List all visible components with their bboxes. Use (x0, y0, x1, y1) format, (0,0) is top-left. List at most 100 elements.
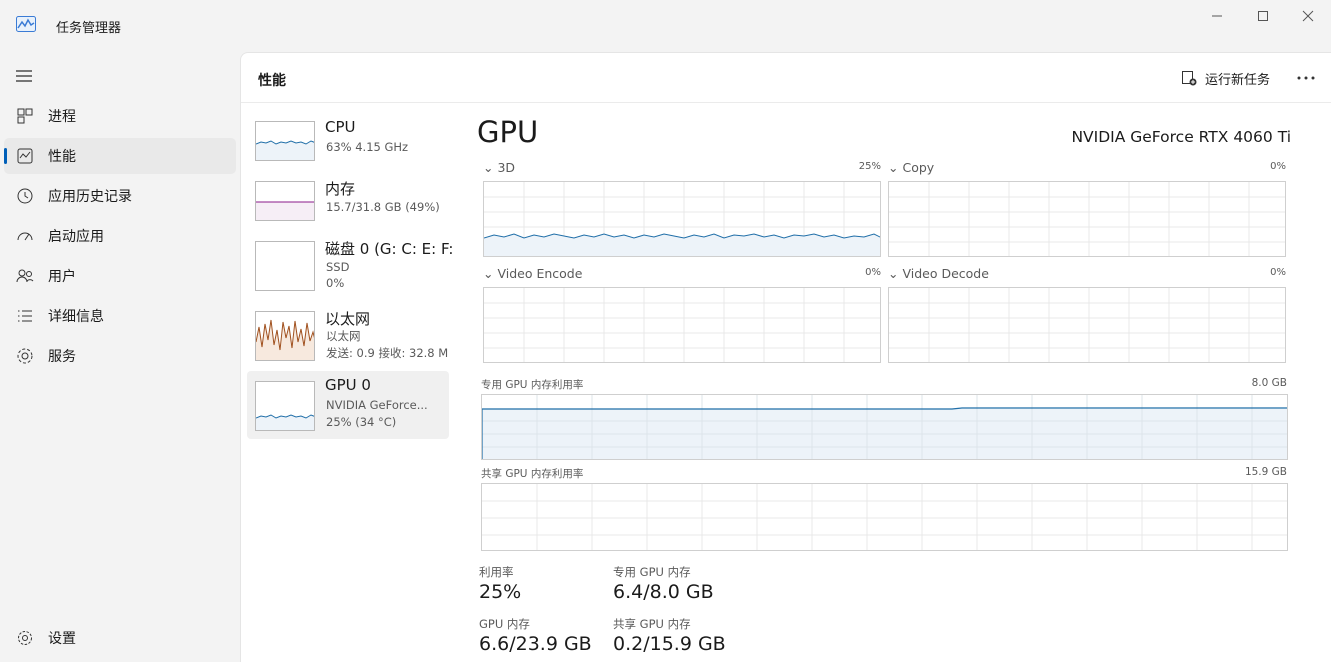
page-title: 性能 (258, 73, 286, 89)
resource-name: 以太网 (325, 310, 371, 328)
resource-name: GPU 0 (325, 376, 371, 394)
nav-item-app-history[interactable]: 应用历史记录 (4, 178, 236, 214)
engine-selector-3d[interactable]: ⌄ 3D (483, 160, 515, 175)
cpu-thumbnail-graph (255, 121, 315, 161)
resource-detail-secondary: 发送: 0.9 接收: 32.8 M (326, 346, 449, 360)
main-header: 性能 运行新任务 (241, 53, 1331, 103)
gpu-model-name: NVIDIA GeForce RTX 4060 Ti (1071, 128, 1291, 146)
graph-copy-svg (889, 182, 1285, 256)
gpu-memory-stat-value: 6.6/23.9 GB (479, 633, 592, 655)
graph-video-decode (888, 287, 1286, 363)
nav-label-users: 用户 (48, 269, 76, 285)
utilization-label: 利用率 (479, 565, 514, 579)
nav-item-details[interactable]: 详细信息 (4, 298, 236, 334)
nav-item-processes[interactable]: 进程 (4, 98, 236, 134)
utilization-value: 25% (479, 581, 522, 603)
chevron-down-icon: ⌄ (483, 266, 494, 281)
chevron-down-icon: ⌄ (483, 160, 494, 175)
resource-detail: 63% 4.15 GHz (326, 140, 409, 154)
performance-icon (17, 148, 33, 164)
main-panel: 性能 运行新任务 CPU 63% 4.15 GHz 内存 15.7/31.8 G… (240, 52, 1331, 662)
processes-icon (17, 108, 33, 124)
graph-copy (888, 181, 1286, 257)
maximize-icon (1258, 11, 1268, 21)
graph-dedicated-memory (481, 394, 1288, 460)
services-icon (17, 348, 33, 364)
close-button[interactable] (1285, 0, 1331, 32)
close-icon (1302, 10, 1314, 22)
task-manager-app-icon (16, 16, 36, 32)
nav-label-settings: 设置 (48, 631, 76, 647)
dedicated-memory-stat-label: 专用 GPU 内存 (613, 565, 691, 579)
resource-detail: NVIDIA GeForce... (326, 398, 428, 412)
engine-selector-video-encode[interactable]: ⌄ Video Encode (483, 266, 582, 281)
resource-detail-secondary: 25% (34 °C) (326, 415, 397, 429)
resource-item-disk[interactable]: 磁盘 0 (G: C: E: F: SSD 0% (247, 233, 454, 301)
history-icon (17, 188, 33, 204)
resource-item-memory[interactable]: 内存 15.7/31.8 GB (49%) (247, 173, 449, 241)
graph-dedicated-memory-svg (482, 395, 1287, 459)
nav-item-users[interactable]: 用户 (4, 258, 236, 294)
nav-label-app-history: 应用历史记录 (48, 189, 132, 205)
new-task-icon (1182, 71, 1197, 86)
details-icon (18, 310, 32, 322)
resource-name: 磁盘 0 (G: C: E: F: (325, 240, 454, 258)
shared-memory-label: 共享 GPU 内存利用率 (481, 468, 584, 480)
engine-selector-copy[interactable]: ⌄ Copy (888, 160, 934, 175)
engine-pct: 25% (858, 161, 881, 172)
resource-name: CPU (325, 118, 356, 136)
minimize-button[interactable] (1194, 0, 1240, 32)
graph-shared-memory-svg (482, 484, 1287, 550)
nav-label-processes: 进程 (48, 109, 76, 125)
users-icon (16, 269, 34, 283)
memory-thumbnail-graph (255, 181, 315, 221)
engine-pct: 0% (865, 267, 881, 278)
window-title: 任务管理器 (56, 21, 122, 36)
startup-icon (17, 232, 33, 241)
disk-thumbnail-graph (255, 241, 315, 291)
dedicated-memory-stat-value: 6.4/8.0 GB (613, 581, 714, 603)
nav-label-startup-apps: 启动应用 (48, 229, 104, 245)
run-new-task-button[interactable]: 运行新任务 (1181, 67, 1270, 89)
more-options-button[interactable] (1295, 67, 1317, 89)
nav-item-services[interactable]: 服务 (4, 338, 236, 374)
maximize-button[interactable] (1240, 0, 1286, 32)
dedicated-memory-label: 专用 GPU 内存利用率 (481, 379, 584, 391)
resource-name: 内存 (325, 180, 356, 198)
engine-name: Video Encode (497, 266, 583, 281)
shared-memory-max: 15.9 GB (1244, 466, 1287, 478)
chevron-down-icon: ⌄ (888, 160, 899, 175)
gpu-memory-stat-label: GPU 内存 (479, 617, 530, 631)
chevron-down-icon: ⌄ (888, 266, 899, 281)
graph-video-encode (483, 287, 881, 363)
resource-item-ethernet[interactable]: 以太网 以太网 发送: 0.9 接收: 32.8 M (247, 303, 449, 371)
resource-item-gpu0[interactable]: GPU 0 NVIDIA GeForce... 25% (34 °C) (247, 371, 449, 439)
graph-3d (483, 181, 881, 257)
shared-memory-stat-label: 共享 GPU 内存 (613, 617, 691, 631)
gpu-title: GPU (477, 115, 539, 149)
settings-gear-icon (18, 631, 32, 645)
engine-pct: 0% (1270, 161, 1286, 172)
minimize-icon (1212, 15, 1222, 17)
engine-name: Video Decode (902, 266, 989, 281)
nav-item-settings[interactable]: 设置 (4, 620, 236, 656)
engine-selector-video-decode[interactable]: ⌄ Video Decode (888, 266, 989, 281)
gpu-thumbnail-graph (255, 381, 315, 431)
run-new-task-label: 运行新任务 (1205, 72, 1271, 88)
nav-item-startup-apps[interactable]: 启动应用 (4, 218, 236, 254)
resource-detail-secondary: 0% (326, 276, 345, 290)
nav-label-services: 服务 (48, 349, 76, 365)
ethernet-thumbnail-graph (255, 311, 315, 361)
nav-item-performance[interactable]: 性能 (4, 138, 236, 174)
more-dots-icon (1297, 76, 1315, 80)
shared-memory-stat-value: 0.2/15.9 GB (613, 633, 726, 655)
graph-3d-svg (484, 182, 880, 256)
resource-item-cpu[interactable]: CPU 63% 4.15 GHz (247, 113, 449, 181)
active-indicator (4, 148, 7, 164)
hamburger-menu-icon[interactable] (14, 66, 34, 86)
title-bar: 任务管理器 (0, 0, 1331, 52)
graph-video-decode-svg (889, 288, 1285, 362)
graph-video-encode-svg (484, 288, 880, 362)
engine-pct: 0% (1270, 267, 1286, 278)
resource-detail: 15.7/31.8 GB (49%) (326, 200, 440, 214)
